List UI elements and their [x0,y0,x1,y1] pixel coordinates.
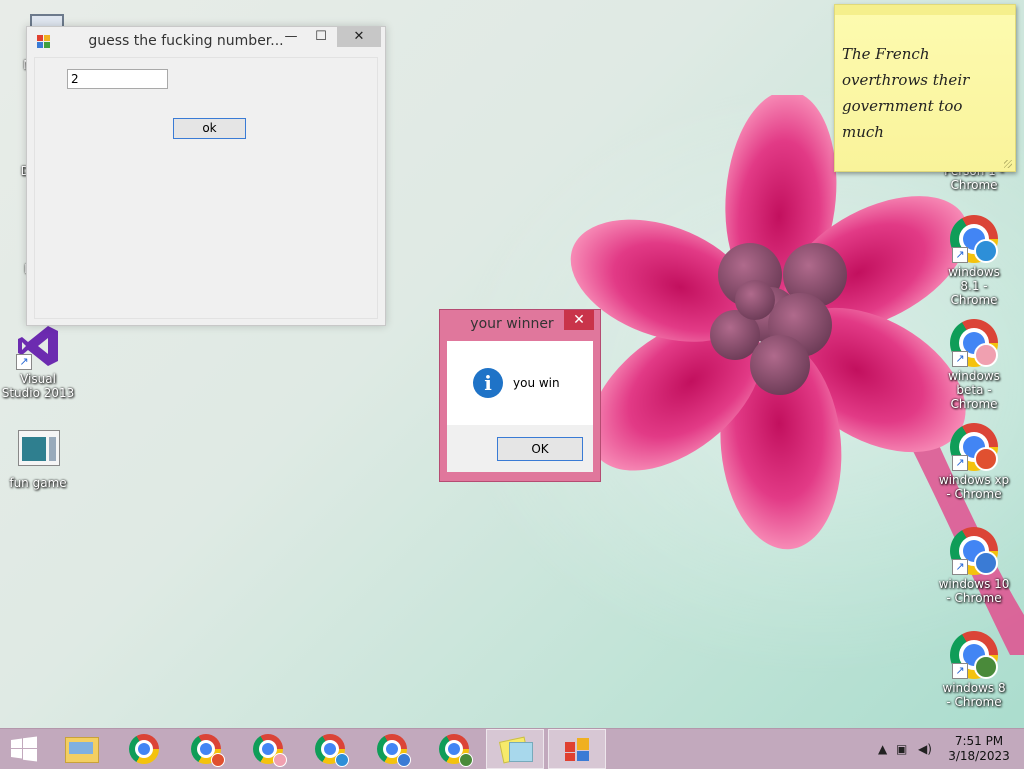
taskbar-fun-game[interactable] [548,729,606,769]
clock-time: 7:51 PM [954,734,1004,748]
clock-date: 3/18/2023 [948,749,1010,763]
shortcut-arrow-icon: ↗ [952,351,968,367]
maximize-button[interactable]: ☐ [307,27,335,47]
profile-badge-icon [974,655,998,679]
chrome-icon [377,734,411,767]
taskbar-file-explorer[interactable] [52,729,110,769]
message-box-footer: OK [447,425,593,472]
minimize-button[interactable]: — [277,27,305,47]
folder-icon [65,737,99,763]
info-icon: i [473,368,503,398]
desktop-icon-chrome-windows-10[interactable]: ↗ windows 10 - Chrome [934,527,1014,605]
system-tray: ▲ ▣ ◀) 7:51 PM 3/18/2023 [864,729,1024,769]
taskbar-chrome-windows-beta[interactable] [238,729,296,769]
sticky-note[interactable]: The French overthrows their government t… [834,4,1016,172]
windows-logo-icon [11,736,37,762]
sticky-note-text[interactable]: The French overthrows their government t… [835,15,1015,145]
shortcut-arrow-icon: ↗ [952,663,968,679]
guess-input[interactable]: 2 [67,69,168,89]
profile-badge-icon [974,343,998,367]
message-box: your winner ✕ i you win OK [439,309,601,482]
taskbar-chrome-windows-8[interactable] [424,729,482,769]
fun-game-icon [14,426,62,474]
message-ok-button[interactable]: OK [497,437,583,461]
shortcut-arrow-icon: ↗ [16,354,32,370]
taskbar-chrome-windows-xp[interactable] [176,729,234,769]
desktop-icon-chrome-windows-8-1[interactable]: ↗ windows 8.1 - Chrome [934,215,1014,307]
profile-badge-icon [974,239,998,263]
ok-button[interactable]: ok [173,118,246,139]
guess-number-window: guess the fucking number... — ☐ ✕ 2 ok [26,26,386,326]
clock[interactable]: 7:51 PM 3/18/2023 [944,734,1014,764]
chrome-icon [439,734,473,767]
desktop-icon-visual-studio[interactable]: ↗ Visual Studio 2013 [0,322,78,400]
app-icon [565,738,591,762]
desktop-icon-chrome-windows-8[interactable]: ↗ windows 8 - Chrome [934,631,1014,709]
chrome-icon [129,734,159,764]
taskbar-chrome[interactable] [114,729,172,769]
start-button[interactable] [10,736,38,762]
taskbar-sticky-notes[interactable] [486,729,544,769]
network-icon[interactable]: ▣ [896,742,907,756]
taskbar: ▲ ▣ ◀) 7:51 PM 3/18/2023 [0,728,1024,769]
volume-icon[interactable]: ◀) [918,742,932,756]
window-titlebar[interactable]: guess the fucking number... — ☐ ✕ [27,27,385,55]
shortcut-arrow-icon: ↗ [952,247,968,263]
profile-badge-icon [974,447,998,471]
chrome-icon [253,734,287,767]
window-client-area: 2 ok [34,57,378,319]
message-box-close-button[interactable]: ✕ [564,310,594,330]
taskbar-chrome-windows-10[interactable] [362,729,420,769]
desktop-icon-chrome-windows-beta[interactable]: ↗ windows beta - Chrome [934,319,1014,411]
chrome-icon [191,734,225,767]
desktop-icon-fun-game[interactable]: fun game [0,426,78,490]
taskbar-chrome-windows-8-1[interactable] [300,729,358,769]
resize-grip-icon[interactable] [1004,160,1012,168]
sticky-note-header[interactable] [835,5,1015,15]
shortcut-arrow-icon: ↗ [952,455,968,471]
shortcut-arrow-icon: ↗ [952,559,968,575]
desktop-icon-chrome-windows-xp[interactable]: ↗ windows xp - Chrome [934,423,1014,501]
message-box-body: i you win [447,341,593,425]
close-button[interactable]: ✕ [337,27,381,47]
message-text: you win [513,376,560,390]
profile-badge-icon [974,551,998,575]
show-hidden-icons-chevron-icon[interactable]: ▲ [878,742,887,756]
desktop: My C ↗ Data Rec ↗ Visual Studio 2013 fun… [0,0,1024,728]
visual-studio-icon: ↗ [14,322,62,370]
chrome-icon [315,734,349,767]
